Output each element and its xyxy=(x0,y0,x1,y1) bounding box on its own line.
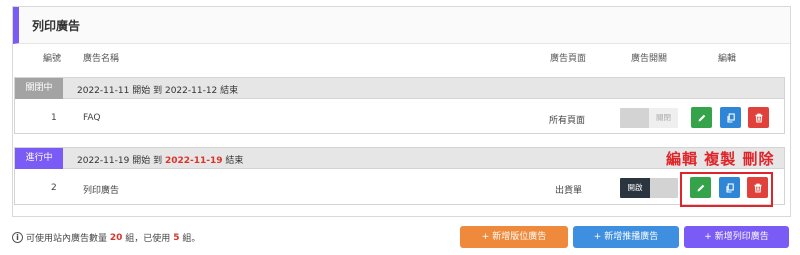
quota-suffix: 組。 xyxy=(182,234,201,244)
quota-prefix: 可使用站內廣告數量 xyxy=(26,234,108,244)
date-start: 2022-11-19 xyxy=(77,156,130,166)
add-push-ad-button[interactable]: + 新增推播廣告 xyxy=(573,226,679,248)
word-end: 結束 xyxy=(225,156,244,166)
trash-icon xyxy=(755,113,762,123)
date-end: 2022-11-19 xyxy=(164,156,223,166)
column-header-name: 廣告名稱 xyxy=(83,54,120,64)
date-start: 2022-11-11 xyxy=(77,86,130,96)
ad-name: 列印廣告 xyxy=(83,186,120,196)
word-end: 結束 xyxy=(220,86,239,96)
column-header-switch: 廣告開關 xyxy=(631,54,668,64)
panel-title: 列印廣告 xyxy=(32,19,81,33)
add-print-ad-button[interactable]: + 新增列印廣告 xyxy=(684,226,789,248)
add-banner-ad-button[interactable]: + 新增版位廣告 xyxy=(460,226,568,248)
ad-name: FAQ xyxy=(83,113,101,123)
toggle-label: 開啟 xyxy=(620,178,650,198)
copy-button[interactable] xyxy=(720,107,741,128)
ad-page: 所有頁面 xyxy=(549,116,586,126)
toggle-label: 關閉 xyxy=(649,108,678,128)
ad-page: 出貨單 xyxy=(555,186,583,196)
quota-used: 5 xyxy=(173,232,180,243)
word-start: 開始 xyxy=(132,156,151,166)
annotation-label: 編輯 複製 刪除 xyxy=(666,150,775,168)
word-to: 到 xyxy=(153,86,163,96)
column-header-edit: 編輯 xyxy=(718,54,737,64)
quota-info: i 可使用站內廣告數量 20 組，已使用 5 組。 xyxy=(12,231,200,244)
ad-switch-toggle[interactable]: 開啟 xyxy=(620,178,678,198)
date-end: 2022-11-12 xyxy=(164,86,218,96)
date-range: 2022-11-19 開始 到 2022-11-19 結束 xyxy=(77,153,243,166)
row-number: 2 xyxy=(51,183,57,193)
annotation-box xyxy=(680,172,773,207)
quota-total: 20 xyxy=(109,232,123,243)
toggle-knob xyxy=(650,178,678,198)
pencil-icon xyxy=(698,114,705,121)
status-badge: 進行中 xyxy=(15,148,63,169)
ad-row-header: 關閉中 2022-11-11 開始 到 2022-11-12 結束 xyxy=(15,78,784,99)
status-badge: 關閉中 xyxy=(15,78,63,99)
toggle-knob xyxy=(620,108,649,128)
panel-header: 列印廣告 xyxy=(13,7,790,44)
delete-button[interactable] xyxy=(748,107,769,128)
column-header-number: 編號 xyxy=(43,54,62,64)
copy-icon xyxy=(726,112,735,123)
ad-switch-toggle[interactable]: 關閉 xyxy=(620,108,678,128)
column-header-page: 廣告頁面 xyxy=(550,54,587,64)
row-number: 1 xyxy=(51,113,57,123)
word-start: 開始 xyxy=(132,86,151,96)
quota-middle: 組，已使用 xyxy=(125,234,171,244)
word-to: 到 xyxy=(153,156,163,166)
edit-button[interactable] xyxy=(691,107,712,128)
date-range: 2022-11-11 開始 到 2022-11-12 結束 xyxy=(77,83,238,96)
info-icon: i xyxy=(12,232,23,243)
